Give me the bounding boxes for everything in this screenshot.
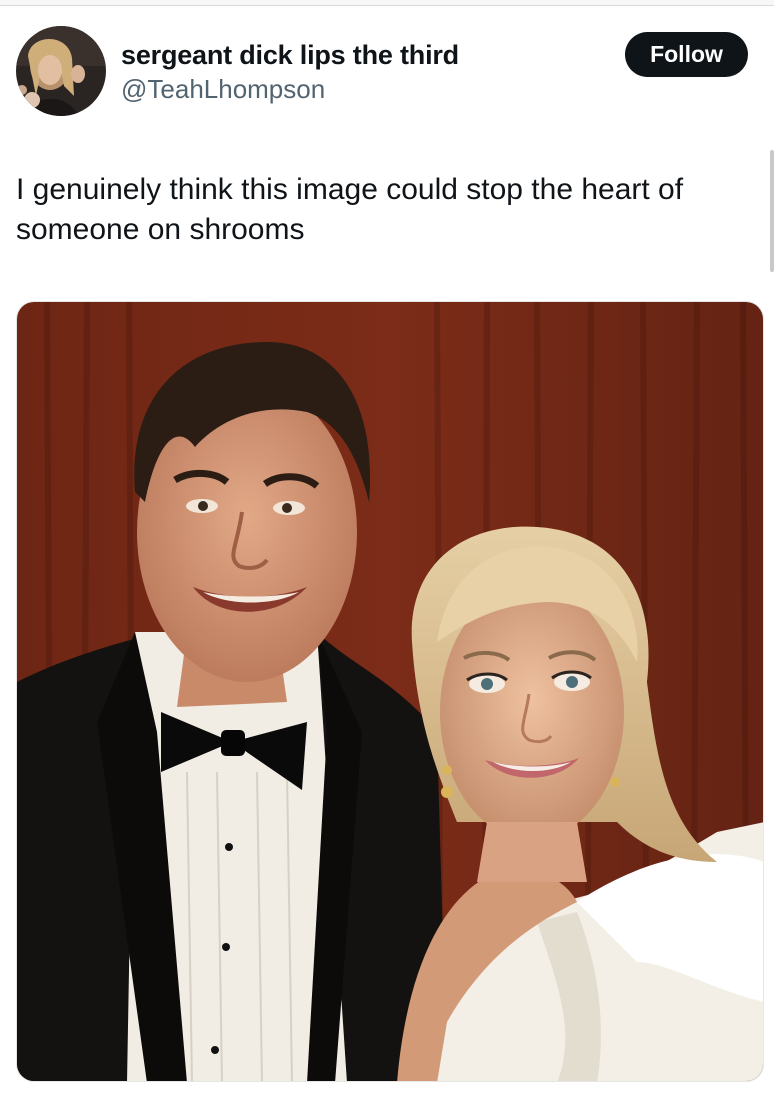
top-divider <box>0 0 774 6</box>
follow-button[interactable]: Follow <box>625 32 748 77</box>
avatar-image <box>16 26 106 116</box>
user-meta: sergeant dick lips the third @TeahLhomps… <box>121 40 459 104</box>
scrollbar[interactable] <box>770 150 774 272</box>
tweet-text: I genuinely think this image could stop … <box>16 173 684 246</box>
avatar[interactable] <box>16 26 106 116</box>
display-name[interactable]: sergeant dick lips the third <box>121 40 459 70</box>
photo-icon <box>17 302 763 1081</box>
user-handle[interactable]: @TeahLhompson <box>121 74 459 104</box>
tweet-header: sergeant dick lips the third @TeahLhomps… <box>16 26 756 122</box>
tweet-media[interactable] <box>16 301 764 1082</box>
